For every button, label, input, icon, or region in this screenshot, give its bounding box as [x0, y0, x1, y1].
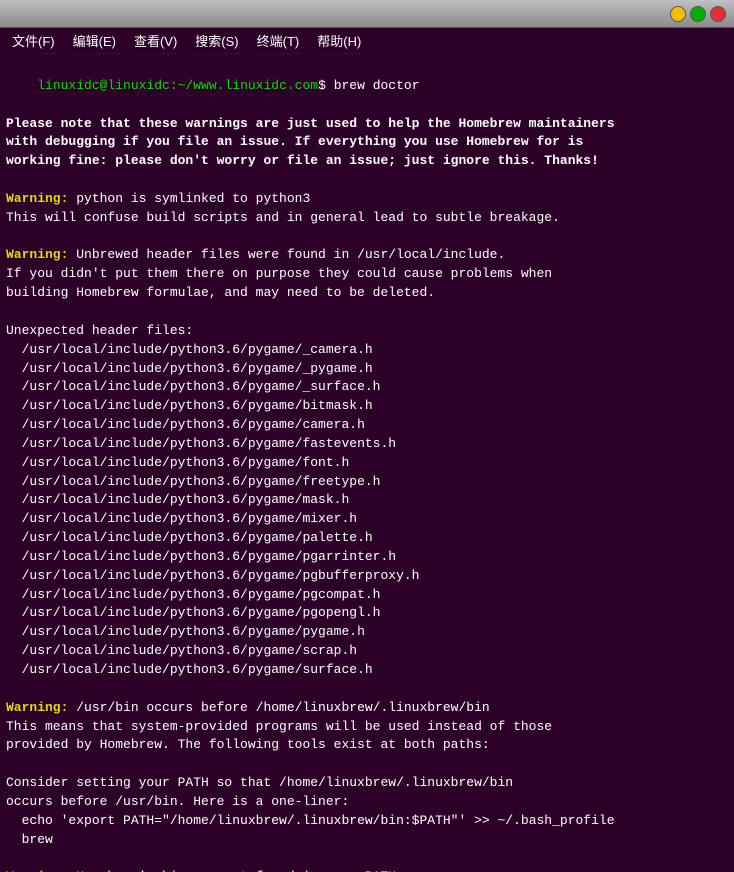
prompt-line: linuxidc@linuxidc:~/www.linuxidc.com$ br… — [6, 58, 728, 115]
terminal-line: /usr/local/include/python3.6/pygame/pale… — [6, 529, 728, 548]
terminal-line: /usr/local/include/python3.6/pygame/pgop… — [6, 604, 728, 623]
terminal-output: Please note that these warnings are just… — [6, 115, 728, 872]
terminal-line: /usr/local/include/python3.6/pygame/fast… — [6, 435, 728, 454]
terminal-line: /usr/local/include/python3.6/pygame/came… — [6, 416, 728, 435]
terminal-line: building Homebrew formulae, and may need… — [6, 284, 728, 303]
terminal-line: Warning: /usr/bin occurs before /home/li… — [6, 699, 728, 718]
maximize-button[interactable] — [690, 6, 706, 22]
title-bar — [0, 0, 734, 28]
terminal-line: /usr/local/include/python3.6/pygame/surf… — [6, 661, 728, 680]
terminal-line: /usr/local/include/python3.6/pygame/scra… — [6, 642, 728, 661]
menu-file[interactable]: 文件(F) — [4, 29, 63, 52]
terminal-line: Warning: Unbrewed header files were foun… — [6, 246, 728, 265]
terminal-line: If you didn't put them there on purpose … — [6, 265, 728, 284]
terminal-line: /usr/local/include/python3.6/pygame/mask… — [6, 491, 728, 510]
terminal-line — [6, 849, 728, 868]
terminal-line — [6, 171, 728, 190]
terminal-line: working fine: please don't worry or file… — [6, 152, 728, 171]
terminal-line — [6, 303, 728, 322]
terminal-line: /usr/local/include/python3.6/pygame/mixe… — [6, 510, 728, 529]
close-button[interactable] — [710, 6, 726, 22]
terminal-line: Unexpected header files: — [6, 322, 728, 341]
terminal-line: /usr/local/include/python3.6/pygame/_sur… — [6, 378, 728, 397]
menu-help[interactable]: 帮助(H) — [309, 29, 369, 52]
window-controls[interactable] — [670, 6, 726, 22]
terminal-line: with debugging if you file an issue. If … — [6, 133, 728, 152]
terminal-line: This will confuse build scripts and in g… — [6, 209, 728, 228]
terminal-line — [6, 228, 728, 247]
terminal-line: occurs before /usr/bin. Here is a one-li… — [6, 793, 728, 812]
terminal-line: /usr/local/include/python3.6/pygame/font… — [6, 454, 728, 473]
terminal-line: /usr/local/include/python3.6/pygame/pgbu… — [6, 567, 728, 586]
prompt-path: ~/www.linuxidc.com — [178, 78, 318, 93]
menu-search[interactable]: 搜索(S) — [187, 29, 246, 52]
menu-terminal[interactable]: 终端(T) — [249, 29, 308, 52]
terminal-line: /usr/local/include/python3.6/pygame/pgar… — [6, 548, 728, 567]
terminal-line — [6, 680, 728, 699]
minimize-button[interactable] — [670, 6, 686, 22]
terminal-line: /usr/local/include/python3.6/pygame/free… — [6, 473, 728, 492]
terminal-line: echo 'export PATH="/home/linuxbrew/.linu… — [6, 812, 728, 831]
prompt-symbol: $ — [318, 78, 334, 93]
terminal-line: brew — [6, 831, 728, 850]
terminal-line: /usr/local/include/python3.6/pygame/_cam… — [6, 341, 728, 360]
menu-view[interactable]: 查看(V) — [126, 29, 185, 52]
terminal-line: Consider setting your PATH so that /home… — [6, 774, 728, 793]
menu-bar: 文件(F) 编辑(E) 查看(V) 搜索(S) 终端(T) 帮助(H) — [0, 28, 734, 54]
terminal-line: Warning: Homebrew's bin was not found in… — [6, 868, 728, 872]
terminal-line: provided by Homebrew. The following tool… — [6, 736, 728, 755]
terminal-line: /usr/local/include/python3.6/pygame/pyga… — [6, 623, 728, 642]
terminal-line: /usr/local/include/python3.6/pygame/_pyg… — [6, 360, 728, 379]
menu-edit[interactable]: 编辑(E) — [65, 29, 124, 52]
terminal: linuxidc@linuxidc:~/www.linuxidc.com$ br… — [0, 54, 734, 872]
terminal-line: Please note that these warnings are just… — [6, 115, 728, 134]
command: brew doctor — [334, 78, 420, 93]
terminal-line: /usr/local/include/python3.6/pygame/bitm… — [6, 397, 728, 416]
terminal-line: /usr/local/include/python3.6/pygame/pgco… — [6, 586, 728, 605]
prompt-user: linuxidc@linuxidc: — [37, 78, 177, 93]
terminal-line: This means that system-provided programs… — [6, 718, 728, 737]
terminal-line: Warning: python is symlinked to python3 — [6, 190, 728, 209]
terminal-line — [6, 755, 728, 774]
